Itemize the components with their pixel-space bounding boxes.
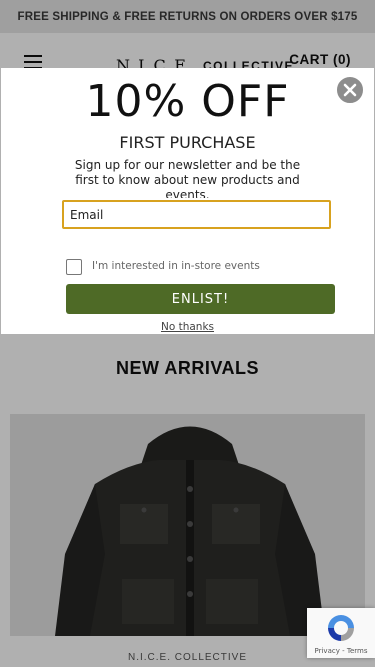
popup-headline: 10% OFF xyxy=(85,76,290,127)
recaptcha-badge[interactable]: Privacy - Terms xyxy=(307,608,375,658)
recaptcha-icon xyxy=(328,615,354,641)
checkbox-label: I'm interested in in-store events xyxy=(92,260,260,272)
recaptcha-separator: - xyxy=(339,647,347,655)
in-store-events-checkbox[interactable] xyxy=(66,259,82,275)
popup-body-text: Sign up for our newsletter and be the fi… xyxy=(74,158,301,198)
enlist-button[interactable]: ENLIST! xyxy=(66,284,335,314)
email-field[interactable] xyxy=(62,200,331,229)
recaptcha-privacy-link[interactable]: Privacy xyxy=(315,647,340,655)
close-x-glyph xyxy=(343,83,357,97)
recaptcha-terms-link[interactable]: Terms xyxy=(347,647,368,655)
popup-subheadline: FIRST PURCHASE xyxy=(119,133,256,152)
no-thanks-link[interactable]: No thanks xyxy=(1,321,374,333)
newsletter-popup: 10% OFF FIRST PURCHASE Sign up for our n… xyxy=(1,68,374,334)
close-icon[interactable] xyxy=(335,75,365,105)
recaptcha-links: Privacy - Terms xyxy=(307,647,375,655)
